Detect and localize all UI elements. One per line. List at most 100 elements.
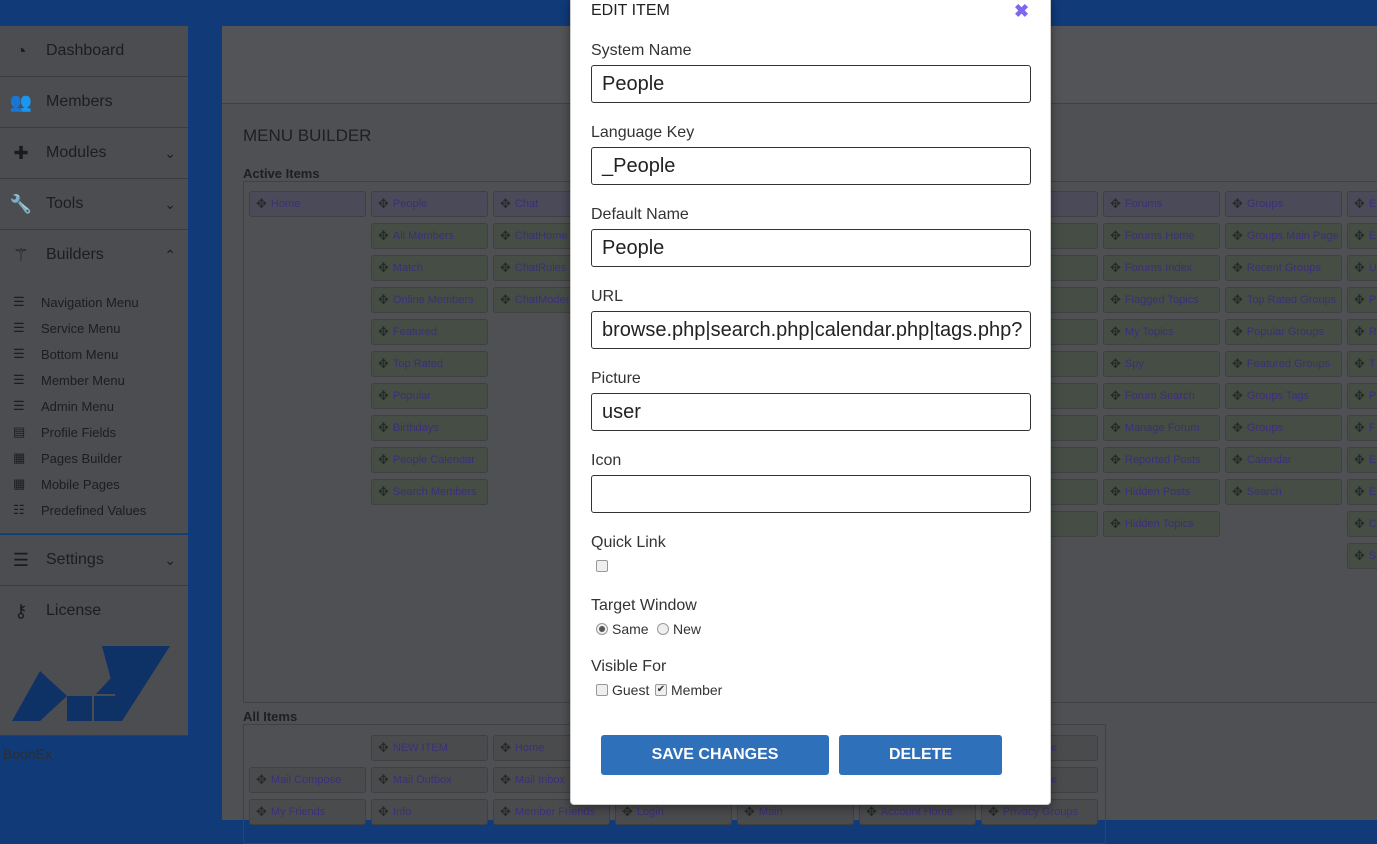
sidebar-subitem[interactable]: ▦ Mobile Pages bbox=[0, 471, 188, 497]
move-icon[interactable]: ✥ bbox=[256, 196, 267, 212]
menu-item-box[interactable]: ✥ Top Rated bbox=[371, 351, 488, 377]
move-icon[interactable]: ✥ bbox=[622, 804, 633, 820]
menu-item-box[interactable]: ✥ Hidden Posts bbox=[1103, 479, 1220, 505]
menu-item-box[interactable]: ✥ U bbox=[1347, 255, 1377, 281]
menu-item-box[interactable]: ✥ Forums Home bbox=[1103, 223, 1220, 249]
menu-item-box[interactable]: ✥ Forum Search bbox=[1103, 383, 1220, 409]
url-input[interactable]: browse.php|search.php|calendar.php|tags.… bbox=[591, 311, 1031, 349]
menu-item-box[interactable]: ✥ Manage Forum bbox=[1103, 415, 1220, 441]
system-name-input[interactable]: People bbox=[591, 65, 1031, 103]
move-icon[interactable]: ✥ bbox=[378, 420, 389, 436]
menu-item-box[interactable]: ✥ R bbox=[1347, 319, 1377, 345]
move-icon[interactable]: ✥ bbox=[378, 452, 389, 468]
menu-item-box[interactable]: ✥ People Calendar bbox=[371, 447, 488, 473]
move-icon[interactable]: ✥ bbox=[378, 196, 389, 212]
move-icon[interactable]: ✥ bbox=[378, 324, 389, 340]
menu-item-box[interactable]: ✥ Search Members bbox=[371, 479, 488, 505]
picture-input[interactable]: user bbox=[591, 393, 1031, 431]
move-icon[interactable]: ✥ bbox=[1232, 420, 1243, 436]
move-icon[interactable]: ✥ bbox=[500, 804, 511, 820]
move-icon[interactable]: ✥ bbox=[378, 740, 389, 756]
menu-item-box[interactable]: ✥ My Friends bbox=[249, 799, 366, 825]
menu-item-box[interactable]: ✥ Calendar bbox=[1225, 447, 1342, 473]
sidebar-link-builders[interactable]: ⚚ Builders ⌃ bbox=[0, 230, 188, 280]
menu-item-box[interactable]: ✥ People bbox=[371, 191, 488, 217]
menu-item-box[interactable]: ✥ Mail Compose bbox=[249, 767, 366, 793]
move-icon[interactable]: ✥ bbox=[1232, 324, 1243, 340]
move-icon[interactable]: ✥ bbox=[1110, 356, 1121, 372]
sidebar-subitem[interactable]: ☰ Navigation Menu bbox=[0, 289, 188, 315]
move-icon[interactable]: ✥ bbox=[1232, 452, 1243, 468]
menu-item-box[interactable]: ✥ Mail Outbox bbox=[371, 767, 488, 793]
move-icon[interactable]: ✥ bbox=[744, 804, 755, 820]
chevron-icon[interactable]: ⌄ bbox=[164, 552, 176, 569]
move-icon[interactable]: ✥ bbox=[1354, 324, 1365, 340]
chevron-icon[interactable]: ⌃ bbox=[164, 247, 176, 264]
menu-item-box[interactable]: ✥ T bbox=[1347, 351, 1377, 377]
menu-item-box[interactable]: ✥ Top Rated Groups bbox=[1225, 287, 1342, 313]
default-name-input[interactable]: People bbox=[591, 229, 1031, 267]
move-icon[interactable]: ✥ bbox=[1354, 356, 1365, 372]
move-icon[interactable]: ✥ bbox=[1354, 260, 1365, 276]
sidebar-subitem[interactable]: ☰ Member Menu bbox=[0, 367, 188, 393]
move-icon[interactable]: ✥ bbox=[378, 772, 389, 788]
move-icon[interactable]: ✥ bbox=[500, 228, 511, 244]
move-icon[interactable]: ✥ bbox=[1110, 260, 1121, 276]
menu-item-box[interactable]: ✥ Match bbox=[371, 255, 488, 281]
menu-item-box[interactable]: ✥ Info bbox=[371, 799, 488, 825]
sidebar-link-modules[interactable]: ✚ Modules ⌄ bbox=[0, 128, 188, 178]
menu-item-box[interactable]: ✥ Forums Index bbox=[1103, 255, 1220, 281]
close-icon[interactable]: ✖ bbox=[1014, 1, 1029, 22]
sidebar-subitem[interactable]: ▦ Pages Builder bbox=[0, 445, 188, 471]
menu-item-box[interactable]: ✥ Featured bbox=[371, 319, 488, 345]
move-icon[interactable]: ✥ bbox=[1110, 324, 1121, 340]
move-icon[interactable]: ✥ bbox=[1110, 228, 1121, 244]
move-icon[interactable]: ✥ bbox=[500, 772, 511, 788]
move-icon[interactable]: ✥ bbox=[866, 804, 877, 820]
sidebar-link-dashboard[interactable]: ◔ Dashboard bbox=[0, 26, 188, 76]
move-icon[interactable]: ✥ bbox=[378, 356, 389, 372]
move-icon[interactable]: ✥ bbox=[1354, 292, 1365, 308]
menu-item-box[interactable]: ✥ E bbox=[1347, 479, 1377, 505]
menu-item-box[interactable]: ✥ E bbox=[1347, 447, 1377, 473]
sidebar-link-license[interactable]: ⚷ License bbox=[0, 586, 188, 636]
move-icon[interactable]: ✥ bbox=[1354, 452, 1365, 468]
sidebar-subitem[interactable]: ☰ Bottom Menu bbox=[0, 341, 188, 367]
menu-item-box[interactable]: ✥ F bbox=[1347, 415, 1377, 441]
move-icon[interactable]: ✥ bbox=[1110, 388, 1121, 404]
menu-item-box[interactable]: ✥ C bbox=[1347, 511, 1377, 537]
sidebar-link-tools[interactable]: 🔧 Tools ⌄ bbox=[0, 179, 188, 229]
move-icon[interactable]: ✥ bbox=[378, 260, 389, 276]
menu-item-box[interactable]: ✥ Popular bbox=[371, 383, 488, 409]
menu-item-box[interactable]: ✥ Flagged Topics bbox=[1103, 287, 1220, 313]
menu-item-box[interactable]: ✥ NEW ITEM bbox=[371, 735, 488, 761]
chevron-icon[interactable]: ⌄ bbox=[164, 196, 176, 213]
menu-item-box[interactable]: ✥ Groups bbox=[1225, 415, 1342, 441]
menu-item-box[interactable]: ✥ E bbox=[1347, 223, 1377, 249]
menu-item-box[interactable]: ✥ Featured Groups bbox=[1225, 351, 1342, 377]
move-icon[interactable]: ✥ bbox=[1232, 260, 1243, 276]
quick-link-checkbox[interactable] bbox=[596, 560, 608, 572]
move-icon[interactable]: ✥ bbox=[500, 196, 511, 212]
sidebar-subitem[interactable]: ☷ Predefined Values bbox=[0, 497, 188, 523]
move-icon[interactable]: ✥ bbox=[1232, 196, 1243, 212]
move-icon[interactable]: ✥ bbox=[1110, 452, 1121, 468]
move-icon[interactable]: ✥ bbox=[1232, 484, 1243, 500]
menu-item-box[interactable]: ✥ Home bbox=[249, 191, 366, 217]
move-icon[interactable]: ✥ bbox=[378, 228, 389, 244]
move-icon[interactable]: ✥ bbox=[1354, 196, 1365, 212]
menu-item-box[interactable]: ✥ Search bbox=[1225, 479, 1342, 505]
move-icon[interactable]: ✥ bbox=[1354, 388, 1365, 404]
save-changes-button[interactable]: SAVE CHANGES bbox=[601, 735, 829, 775]
menu-item-box[interactable]: ✥ My Topics bbox=[1103, 319, 1220, 345]
move-icon[interactable]: ✥ bbox=[256, 804, 267, 820]
move-icon[interactable]: ✥ bbox=[256, 772, 267, 788]
visible-guest-checkbox[interactable]: Guest bbox=[596, 682, 649, 698]
target-new-radio[interactable]: New bbox=[657, 621, 701, 637]
move-icon[interactable]: ✥ bbox=[1232, 356, 1243, 372]
move-icon[interactable]: ✥ bbox=[1354, 516, 1365, 532]
move-icon[interactable]: ✥ bbox=[378, 804, 389, 820]
move-icon[interactable]: ✥ bbox=[1110, 484, 1121, 500]
menu-item-box[interactable]: ✥ S bbox=[1347, 543, 1377, 569]
menu-item-box[interactable]: ✥ Forums bbox=[1103, 191, 1220, 217]
